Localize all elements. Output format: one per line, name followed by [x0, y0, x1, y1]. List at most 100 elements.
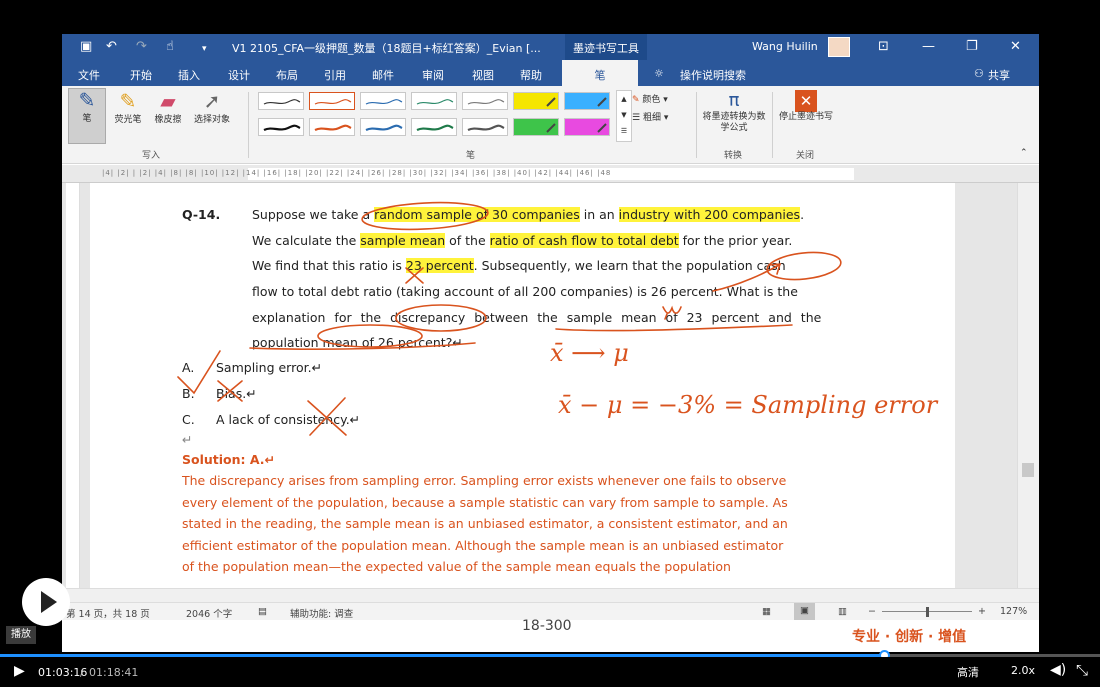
fullscreen-icon[interactable]: ⤡ [1076, 661, 1088, 679]
pen-swatch[interactable] [513, 118, 559, 136]
user-name[interactable]: Wang Huilin [752, 40, 818, 53]
zoom-out-icon[interactable]: − [868, 606, 876, 617]
question-number: Q-14. [182, 207, 221, 222]
select-objects-button[interactable]: ➚ 选择对象 [190, 90, 234, 125]
question-line: Suppose we take a random sample of 30 co… [252, 207, 805, 222]
solution-line: of the population mean—the expected valu… [182, 559, 731, 574]
highlighter-label: 荧光笔 [114, 115, 142, 125]
save-icon[interactable]: ▣ [80, 40, 92, 54]
pen-tool-label: 笔 [82, 114, 92, 124]
pen-swatch[interactable] [411, 118, 457, 136]
horizontal-scrollbar[interactable] [62, 588, 1039, 602]
document-title: V1 2105_CFA一级押题_数量（18题目+标红答案）_Evian [... [232, 42, 541, 55]
proofing-icon[interactable]: ▤ [258, 606, 267, 617]
close-icon[interactable]: ✕ [1010, 40, 1021, 54]
pen-swatch[interactable] [462, 92, 508, 110]
question-line: We calculate the sample mean of the rati… [252, 233, 793, 248]
slogan: 专业 · 创新 · 增值 [852, 629, 967, 645]
zoom-slider-thumb[interactable] [926, 607, 929, 617]
ink-to-math-button[interactable]: π 将墨迹转换为数学公式 [702, 90, 766, 134]
tab-insert[interactable]: 插入 [178, 67, 200, 83]
horizontal-ruler: |4| |2| | |2| |4| |8| |8| |10| |12| |14|… [62, 165, 1039, 183]
minimize-icon[interactable]: — [922, 40, 935, 54]
big-play-button[interactable] [22, 578, 70, 626]
share-button[interactable]: 共享 [988, 67, 1010, 83]
thickness-icon: ☰ [632, 113, 641, 123]
web-layout-icon[interactable]: ▥ [838, 606, 847, 617]
highlighter-button[interactable]: ✎ 荧光笔 [110, 90, 146, 125]
thickness-label: 粗细 [642, 113, 661, 123]
pen-swatch[interactable] [258, 118, 304, 136]
document-page[interactable]: Q-14. Suppose we take a random sample of… [90, 183, 955, 588]
print-layout-icon[interactable]: ▣ [794, 603, 815, 620]
speed-selector[interactable]: 2.0x [1011, 664, 1035, 677]
avatar[interactable] [828, 37, 850, 57]
restore-icon[interactable]: ❐ [966, 40, 978, 54]
collapse-ribbon-icon[interactable]: ⌃ [1020, 148, 1028, 158]
play-icon[interactable]: ▶ [14, 663, 25, 679]
time-total: 01:18:41 [89, 666, 139, 679]
pen-icon: ✎ [78, 88, 96, 112]
tab-mailings[interactable]: 邮件 [372, 67, 394, 83]
page-number: 18-300 [522, 618, 572, 634]
tab-pen[interactable]: 笔 [562, 60, 638, 86]
scroll-thumb[interactable] [1022, 463, 1034, 477]
ribbon-display-icon[interactable]: ⊡ [878, 40, 889, 54]
eraser-button[interactable]: ▰ 橡皮擦 [150, 90, 186, 125]
color-icon: ✎ [632, 95, 640, 105]
tab-references[interactable]: 引用 [324, 67, 346, 83]
pen-tool-button[interactable]: ✎ 笔 [68, 88, 106, 144]
touch-mode-icon[interactable]: ☝ [166, 40, 174, 54]
tell-me-search[interactable]: 操作说明搜索 [680, 67, 746, 83]
tab-design[interactable]: 设计 [228, 67, 250, 83]
pen-swatch[interactable] [513, 92, 559, 110]
question-line: population mean of 26 percent?↵ [252, 335, 463, 350]
stop-inking-button[interactable]: ✕ 停止墨迹书写 [778, 90, 834, 123]
page-count[interactable]: 第 14 页，共 18 页 [66, 606, 150, 620]
document-area: Q-14. Suppose we take a random sample of… [62, 183, 1039, 588]
word-window: ▣ ↶ ↷ ☝ ▾ V1 2105_CFA一级押题_数量（18题目+标红答案）_… [62, 34, 1039, 652]
ink-tools-context-tab: 墨迹书写工具 [565, 34, 647, 60]
pen-swatch[interactable] [309, 92, 355, 110]
zoom-level[interactable]: 127% [1000, 606, 1027, 617]
pen-gallery-scroll[interactable]: ▲ ▼ ☰ [616, 90, 632, 142]
undo-icon[interactable]: ↶ [106, 40, 117, 54]
redo-icon[interactable]: ↷ [136, 40, 147, 54]
select-objects-label: 选择对象 [193, 115, 230, 125]
tab-view[interactable]: 视图 [472, 67, 494, 83]
stop-icon: ✕ [795, 90, 817, 112]
tab-review[interactable]: 审阅 [422, 67, 444, 83]
highlighter-icon: ✎ [119, 89, 137, 113]
pen-swatch[interactable] [462, 118, 508, 136]
pen-swatch[interactable] [564, 92, 610, 110]
vertical-scrollbar[interactable] [1017, 183, 1039, 588]
tab-layout[interactable]: 布局 [276, 67, 298, 83]
pen-swatch[interactable] [564, 118, 610, 136]
ribbon-separator [696, 92, 697, 158]
ink-handwriting-line2: x̄ − μ = −3% = Sampling error [558, 391, 939, 419]
player-controls: ▶ 01:03:16 / 01:18:41 高清 2.0x ◀) ⤡ [0, 657, 1100, 687]
tab-home[interactable]: 开始 [130, 67, 152, 83]
zoom-in-icon[interactable]: + [978, 606, 986, 617]
volume-icon[interactable]: ◀) [1050, 662, 1066, 678]
quality-selector[interactable]: 高清 [957, 664, 979, 680]
pen-swatch[interactable] [411, 92, 457, 110]
color-dropdown[interactable]: ✎ 颜色 ▾ [632, 92, 668, 105]
eraser-label: 橡皮擦 [154, 115, 182, 125]
word-count[interactable]: 2046 个字 [186, 606, 232, 620]
accessibility-status[interactable]: 辅助功能: 调查 [290, 606, 353, 620]
question-line: We find that this ratio is 23 percent. S… [252, 258, 786, 273]
stop-inking-label: 停止墨迹书写 [778, 112, 833, 122]
share-icon[interactable]: ⚇ [974, 67, 984, 80]
pen-swatch[interactable] [258, 92, 304, 110]
tab-help[interactable]: 帮助 [520, 67, 542, 83]
pen-swatch[interactable] [360, 92, 406, 110]
pen-swatch[interactable] [360, 118, 406, 136]
solution-heading: Solution: A.↵ [182, 452, 275, 467]
cursor-icon: ➚ [203, 89, 221, 113]
customize-toolbar-icon[interactable]: ▾ [202, 42, 207, 56]
tab-file[interactable]: 文件 [78, 67, 100, 83]
read-mode-icon[interactable]: ▦ [762, 606, 771, 617]
thickness-dropdown[interactable]: ☰ 粗细 ▾ [632, 110, 668, 123]
pen-swatch[interactable] [309, 118, 355, 136]
